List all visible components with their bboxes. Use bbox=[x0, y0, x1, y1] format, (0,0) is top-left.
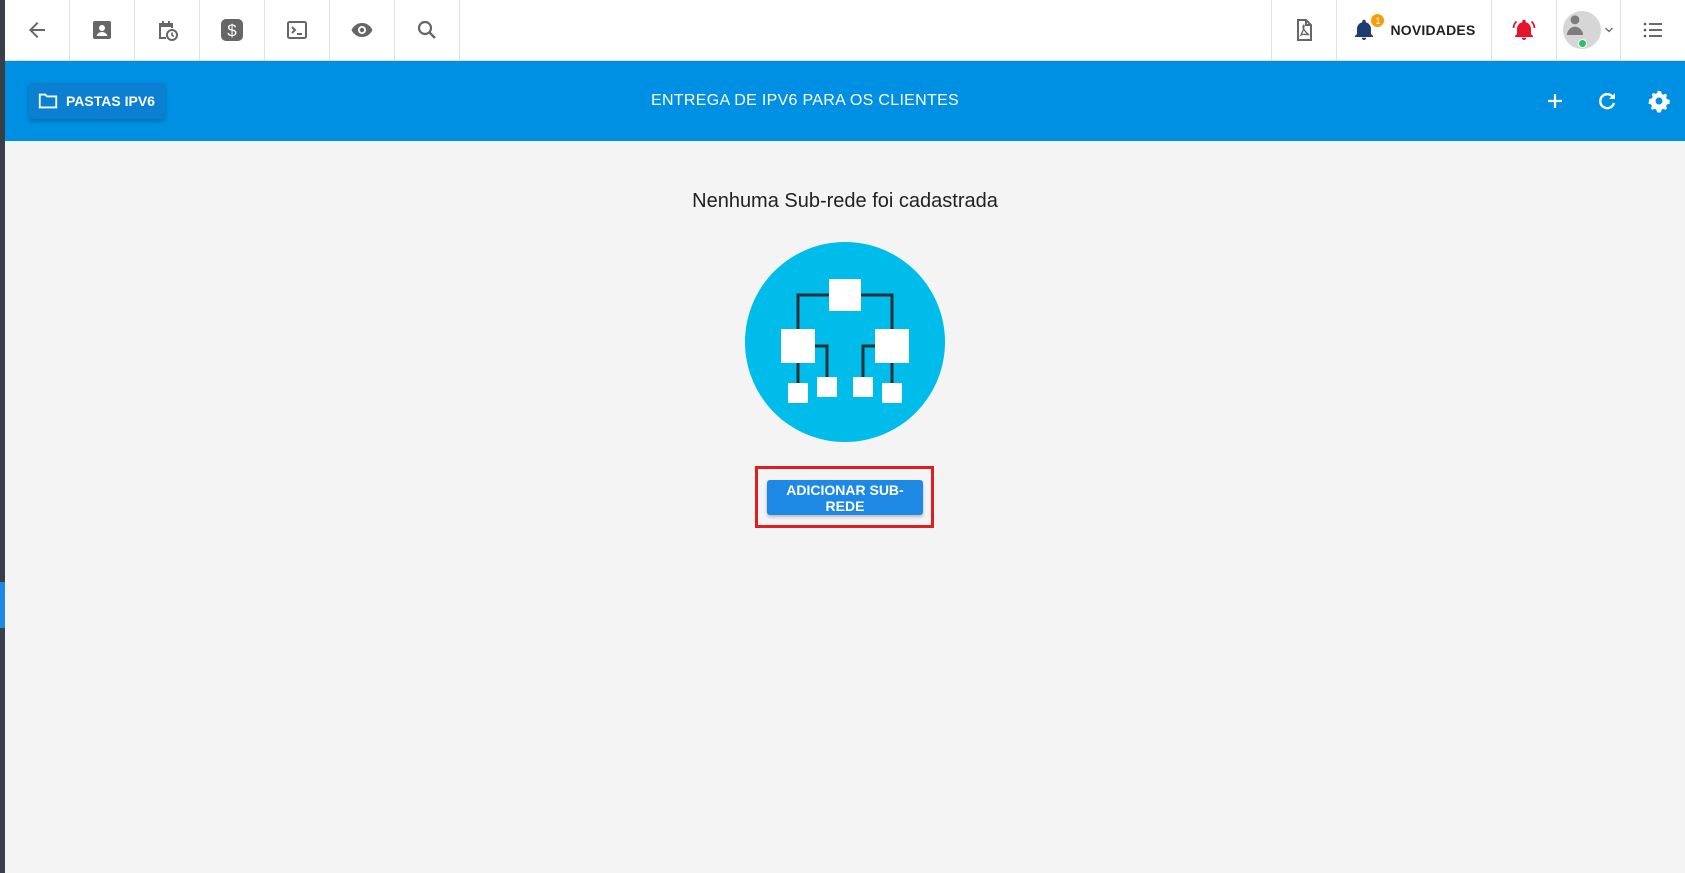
gear-icon bbox=[1648, 90, 1670, 113]
page-title: ENTREGA DE IPV6 PARA OS CLIENTES bbox=[650, 92, 960, 109]
contacts-button[interactable] bbox=[70, 0, 135, 60]
add-button[interactable] bbox=[1529, 75, 1581, 127]
list-icon bbox=[1643, 22, 1662, 38]
pdf-file-icon bbox=[1297, 19, 1312, 41]
empty-state-message: Nenhuma Sub-rede foi cadastrada bbox=[692, 190, 998, 212]
avatar bbox=[1562, 11, 1601, 49]
user-menu-button[interactable] bbox=[1556, 0, 1620, 60]
settings-button[interactable] bbox=[1633, 75, 1685, 127]
news-label: NOVIDADES bbox=[1390, 22, 1476, 38]
network-hierarchy-icon bbox=[745, 242, 945, 442]
view-button[interactable] bbox=[330, 0, 395, 60]
add-subnet-button[interactable]: ADICIONAR SUB-REDE bbox=[767, 480, 923, 515]
alarm-bell-icon bbox=[1512, 19, 1536, 40]
refresh-button[interactable] bbox=[1581, 75, 1633, 127]
plus-icon bbox=[1548, 94, 1562, 108]
eye-icon bbox=[351, 23, 373, 37]
header-actions bbox=[1529, 61, 1685, 141]
user-silhouette-icon bbox=[1566, 15, 1583, 35]
finance-button[interactable]: $ bbox=[200, 0, 265, 60]
search-icon bbox=[417, 20, 436, 39]
dollar-icon: $ bbox=[221, 19, 243, 41]
chevron-down-icon bbox=[1604, 27, 1613, 33]
terminal-button[interactable] bbox=[265, 0, 330, 60]
sidebar-active-indicator bbox=[0, 582, 5, 628]
news-bell: 1 bbox=[1352, 14, 1385, 42]
news-badge: 1 bbox=[1371, 14, 1385, 27]
main-menu-button[interactable] bbox=[1620, 0, 1685, 60]
online-status-dot bbox=[1577, 39, 1587, 48]
pdf-button[interactable] bbox=[1271, 0, 1336, 60]
top-toolbar: $ 1 NOVIDADES bbox=[5, 0, 1685, 61]
search-button[interactable] bbox=[395, 0, 460, 60]
calendar-clock-icon bbox=[159, 21, 178, 41]
page-header: PASTAS IPV6 ENTREGA DE IPV6 PARA OS CLIE… bbox=[5, 61, 1685, 141]
svg-text:$: $ bbox=[227, 21, 237, 40]
terminal-icon bbox=[287, 21, 307, 39]
back-button[interactable] bbox=[5, 0, 70, 60]
schedule-button[interactable] bbox=[135, 0, 200, 60]
refresh-icon bbox=[1599, 93, 1616, 110]
toolbar-left-group: $ bbox=[5, 0, 460, 60]
arrow-left-icon bbox=[29, 22, 45, 38]
news-button[interactable]: 1 NOVIDADES bbox=[1336, 0, 1491, 60]
alarm-button[interactable] bbox=[1491, 0, 1556, 60]
toolbar-right-group: 1 NOVIDADES bbox=[1271, 0, 1685, 60]
contact-card-icon bbox=[93, 21, 111, 39]
